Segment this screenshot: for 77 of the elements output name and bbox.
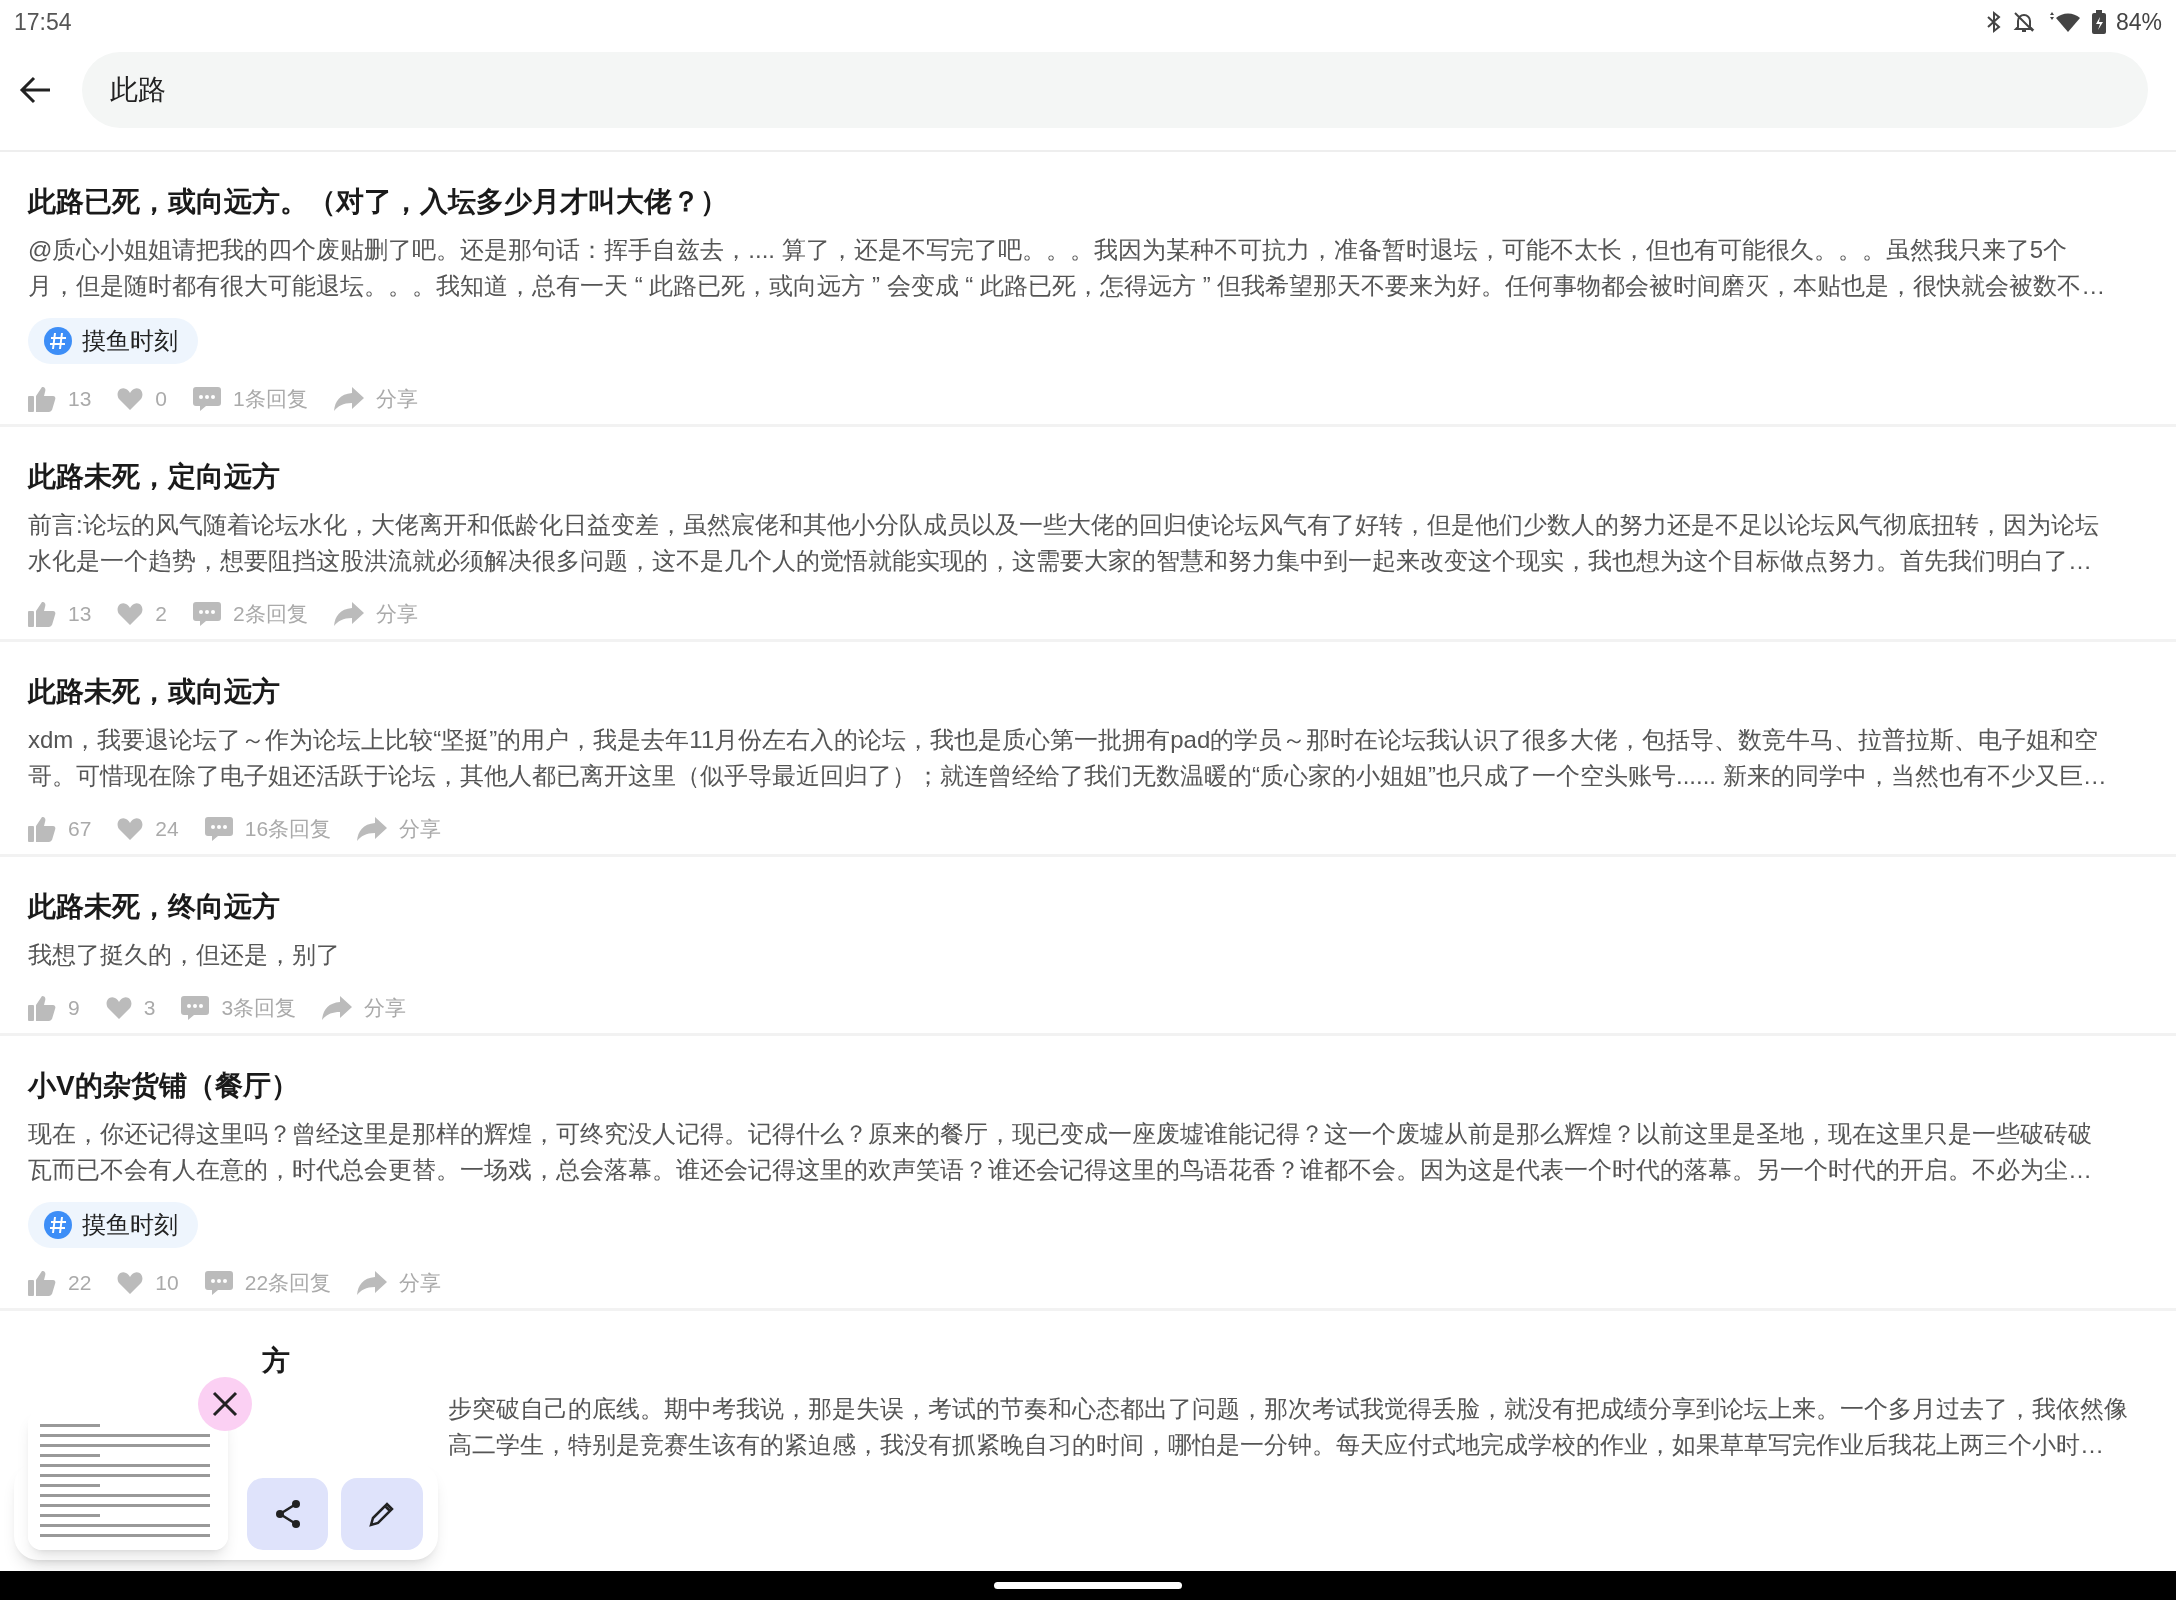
back-arrow-icon	[18, 75, 52, 105]
share-arrow-icon	[333, 602, 364, 626]
home-handle[interactable]	[994, 1582, 1182, 1589]
heart-icon	[117, 1271, 144, 1295]
reply-count[interactable]: 16条回复	[244, 813, 332, 845]
heart-icon	[105, 996, 132, 1020]
post-excerpt: 我想了挺久的，但还是，别了	[28, 940, 341, 970]
favorite-count[interactable]: 3	[143, 992, 156, 1024]
favorite-count[interactable]: 24	[155, 813, 179, 845]
post-title[interactable]: 方	[262, 1341, 290, 1381]
battery-icon	[2091, 10, 2106, 34]
favorite-count[interactable]: 0	[155, 383, 168, 415]
comment-icon	[181, 995, 210, 1021]
close-icon	[212, 1391, 238, 1417]
thumbs-up-icon	[28, 995, 56, 1021]
close-button[interactable]	[198, 1377, 252, 1431]
share-arrow-icon	[357, 1271, 388, 1295]
share-link[interactable]: 分享	[399, 1267, 442, 1299]
topic-tag-label: 摸鱼时刻	[82, 326, 178, 356]
share-button[interactable]	[247, 1478, 328, 1550]
like-count[interactable]: 67	[68, 813, 92, 845]
heart-icon	[117, 817, 144, 841]
edit-button[interactable]	[341, 1478, 423, 1550]
post-excerpt: 月，但是随时都有很大可能退坛。。。我知道，总有一天 “ 此路已死，或向远方 ” 会变成 “ 此路已死，怎得远方 ” 但我希望那天不要来为好。任何事物都会被时间磨灭，本贴也是，很快就会被数不…	[28, 271, 2107, 301]
thumbs-up-icon	[28, 816, 56, 842]
post-excerpt: 前言:论坛的风气随着论坛水化，大佬离开和低龄化日益变差，虽然宸佬和其他小分队成员以及一些大佬的回归使论坛风气有了好转，但是他们少数人的努力还是不足以论坛风气彻底扭转，因为论坛	[28, 510, 2100, 540]
like-count[interactable]: 22	[68, 1267, 92, 1299]
heart-icon	[117, 387, 144, 411]
share-link[interactable]: 分享	[364, 992, 407, 1024]
status-time: 17:54	[14, 7, 72, 37]
share-link[interactable]: 分享	[399, 813, 442, 845]
like-count[interactable]: 9	[68, 992, 80, 1024]
post-title[interactable]: 此路未死，或向远方	[28, 672, 2148, 712]
post-excerpt: 现在，你还记得这里吗？曾经这里是那样的辉煌，可终究没人记得。记得什么？原来的餐厅，现已变成一座废墟谁能记得？这一个废墟从前是那么辉煌？以前这里是圣地，现在这里只是一些破砖破	[28, 1119, 2093, 1149]
reply-count[interactable]: 22条回复	[244, 1267, 332, 1299]
hashtag-icon	[44, 327, 72, 355]
like-count[interactable]: 13	[68, 598, 92, 630]
reply-count[interactable]: 3条回复	[221, 992, 297, 1024]
topic-tag[interactable]: 摸鱼时刻	[28, 318, 198, 364]
bluetooth-icon	[1985, 10, 2002, 34]
post-title[interactable]: 此路未死，终向远方	[28, 887, 2148, 927]
post-excerpt: 步突破自己的底线。期中考我说，那是失误，考试的节奏和心态都出了问题，那次考试我觉得丢脸，就没有把成绩分享到论坛上来。一个多月过去了，我依然像	[448, 1394, 2128, 1424]
comment-icon	[204, 816, 233, 842]
pencil-icon	[368, 1500, 396, 1528]
topic-tag[interactable]: 摸鱼时刻	[28, 1202, 198, 1248]
share-arrow-icon	[322, 996, 353, 1020]
heart-icon	[117, 602, 144, 626]
post-excerpt: @质心小姐姐请把我的四个废贴删了吧。还是那句话：挥手自兹去，.... 算了，还是不写完了吧。。。我因为某种不可抗力，准备暂时退坛，可能不太长，但也有可能很久。。。虽然我只来了5个	[28, 235, 2069, 265]
comment-icon	[193, 386, 222, 412]
favorite-count[interactable]: 2	[155, 598, 168, 630]
reply-count[interactable]: 1条回复	[233, 383, 308, 415]
bell-off-icon	[2011, 10, 2036, 34]
post-excerpt: xdm，我要退论坛了～作为论坛上比较“坚挺”的用户，我是去年11月份左右入的论坛，我也是质心第一批拥有pad的学员～那时在论坛我认识了很多大佬，包括导、数竞牛马、拉普拉斯、电子姐和空	[28, 725, 2100, 755]
post-excerpt: 高二学生，特别是竞赛生该有的紧迫感，我没有抓紧晚自习的时间，哪怕是一分钟。每天应付式地完成学校的作业，如果草草写完作业后我花上两三个小时…	[448, 1430, 2104, 1460]
comment-icon	[193, 601, 222, 627]
share-link[interactable]: 分享	[375, 383, 418, 415]
post-excerpt: 哥。可惜现在除了电子姐还活跃于论坛，其他人都已离开这里（似乎导最近回归了）；就连曾经给了我们无数温暖的“质心家的小姐姐”也只成了一个空头账号...... 新来的同学中，当然也有不少又巨…	[28, 761, 2108, 791]
post-title[interactable]: 此路已死，或向远方。（对了，入坛多少月才叫大佬？）	[28, 182, 2148, 222]
like-count[interactable]: 13	[68, 383, 92, 415]
share-link[interactable]: 分享	[375, 598, 418, 630]
post-excerpt: 水化是一个趋势，想要阻挡这股洪流就必须解决很多问题，这不是几个人的觉悟就能实现的，这需要大家的智慧和努力集中到一起来改变这个现实，我也想为这个目标做点努力。首先我们明白了…	[28, 546, 2093, 576]
share-arrow-icon	[357, 817, 388, 841]
favorite-count[interactable]: 10	[155, 1267, 179, 1299]
search-field[interactable]: 此路	[82, 52, 2148, 128]
hashtag-icon	[44, 1211, 72, 1239]
share-arrow-icon	[333, 387, 364, 411]
battery-percent: 84%	[2115, 7, 2162, 37]
topic-tag-label: 摸鱼时刻	[82, 1210, 178, 1240]
post-excerpt: 瓦而已不会有人在意的，时代总会更替。一场戏，总会落幕。谁还会记得这里的欢声笑语？谁还会记得这里的鸟语花香？谁都不会。因为这是代表一个时代的落幕。另一个时代的开启。不必为尘…	[28, 1155, 2093, 1185]
reply-count[interactable]: 2条回复	[233, 598, 308, 630]
comment-icon	[204, 1270, 233, 1296]
share-icon	[273, 1499, 302, 1529]
thumbs-up-icon	[28, 601, 56, 627]
post-title[interactable]: 小V的杂货铺（餐厅）	[28, 1066, 2148, 1106]
thumbs-up-icon	[28, 1270, 56, 1296]
post-title[interactable]: 此路未死，定向远方	[28, 457, 2148, 497]
thumbs-up-icon	[28, 386, 56, 412]
